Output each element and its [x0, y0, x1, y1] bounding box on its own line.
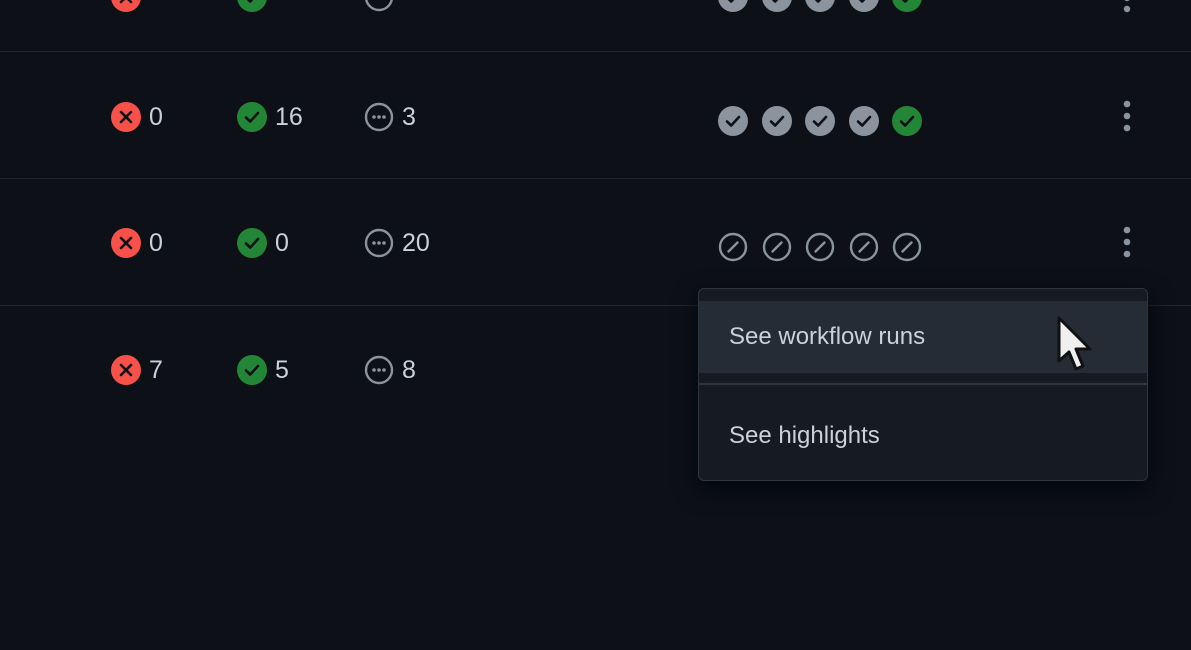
menu-item-see-highlights[interactable]: See highlights [699, 400, 1147, 472]
check-circle-icon [237, 0, 267, 12]
failed-count-value: 0 [149, 102, 163, 131]
x-circle-icon [111, 355, 141, 385]
check-neutral-icon[interactable] [848, 0, 879, 12]
failed-count-value: 7 [149, 355, 163, 384]
passed-count-value: 5 [275, 355, 289, 384]
failed-count: 7 [111, 355, 163, 385]
skipped-count: 3 [364, 102, 416, 132]
check-success-icon[interactable] [892, 0, 922, 12]
skipped-count [364, 0, 394, 12]
x-circle-icon [111, 228, 141, 258]
skipped-icon[interactable] [849, 232, 879, 262]
skipped-icon[interactable] [892, 232, 922, 262]
x-circle-icon [111, 102, 141, 132]
row-divider [0, 178, 1191, 179]
failed-count: 0 [111, 228, 163, 258]
workflow-summary-page: 0 16 3 0 0 20 7 5 8 See workflow runs Se… [0, 0, 1191, 650]
table-row: 0 16 3 [0, 53, 1191, 179]
failed-count-value: 0 [149, 228, 163, 257]
check-neutral-icon[interactable] [761, 106, 792, 136]
ellipsis-circle-icon [364, 355, 394, 385]
menu-item-label: See workflow runs [729, 323, 926, 350]
run-status-list [718, 0, 936, 12]
ellipsis-circle-icon [364, 0, 394, 12]
passed-count: 5 [237, 355, 289, 385]
skipped-count-value: 3 [402, 102, 416, 131]
row-divider [0, 51, 1191, 52]
table-row-partial [0, 0, 1191, 52]
failed-count [111, 0, 141, 12]
row-menu-button[interactable] [1113, 0, 1141, 18]
check-neutral-icon[interactable] [805, 106, 835, 136]
skipped-icon[interactable] [718, 232, 748, 262]
passed-count: 0 [237, 228, 289, 258]
check-neutral-icon[interactable] [848, 106, 879, 136]
passed-count-value: 16 [275, 102, 303, 131]
x-circle-icon [111, 0, 141, 12]
passed-count [237, 0, 267, 12]
skipped-count: 20 [364, 228, 430, 258]
passed-count: 16 [237, 102, 303, 132]
check-circle-icon [237, 355, 267, 385]
check-circle-icon [237, 228, 267, 258]
menu-divider [699, 383, 1147, 385]
row-menu-button[interactable] [1113, 96, 1141, 136]
check-circle-icon [237, 102, 267, 132]
menu-item-label: See highlights [729, 422, 880, 449]
passed-count-value: 0 [275, 228, 289, 257]
run-status-list [718, 106, 936, 136]
skipped-count-value: 20 [402, 228, 430, 257]
ellipsis-circle-icon [364, 228, 394, 258]
check-success-icon[interactable] [892, 106, 922, 136]
row-menu-button[interactable] [1113, 222, 1141, 262]
run-status-list [718, 232, 936, 262]
failed-count: 0 [111, 102, 163, 132]
menu-item-see-workflow-runs[interactable]: See workflow runs [699, 301, 1147, 373]
skipped-count: 8 [364, 355, 416, 385]
skipped-icon[interactable] [762, 232, 792, 262]
check-neutral-icon[interactable] [718, 0, 748, 12]
check-neutral-icon[interactable] [718, 106, 748, 136]
skipped-count-value: 8 [402, 355, 416, 384]
row-actions-menu: See workflow runs See highlights [698, 288, 1148, 481]
check-neutral-icon[interactable] [761, 0, 792, 12]
ellipsis-circle-icon [364, 102, 394, 132]
skipped-icon[interactable] [805, 232, 835, 262]
check-neutral-icon[interactable] [805, 0, 835, 12]
